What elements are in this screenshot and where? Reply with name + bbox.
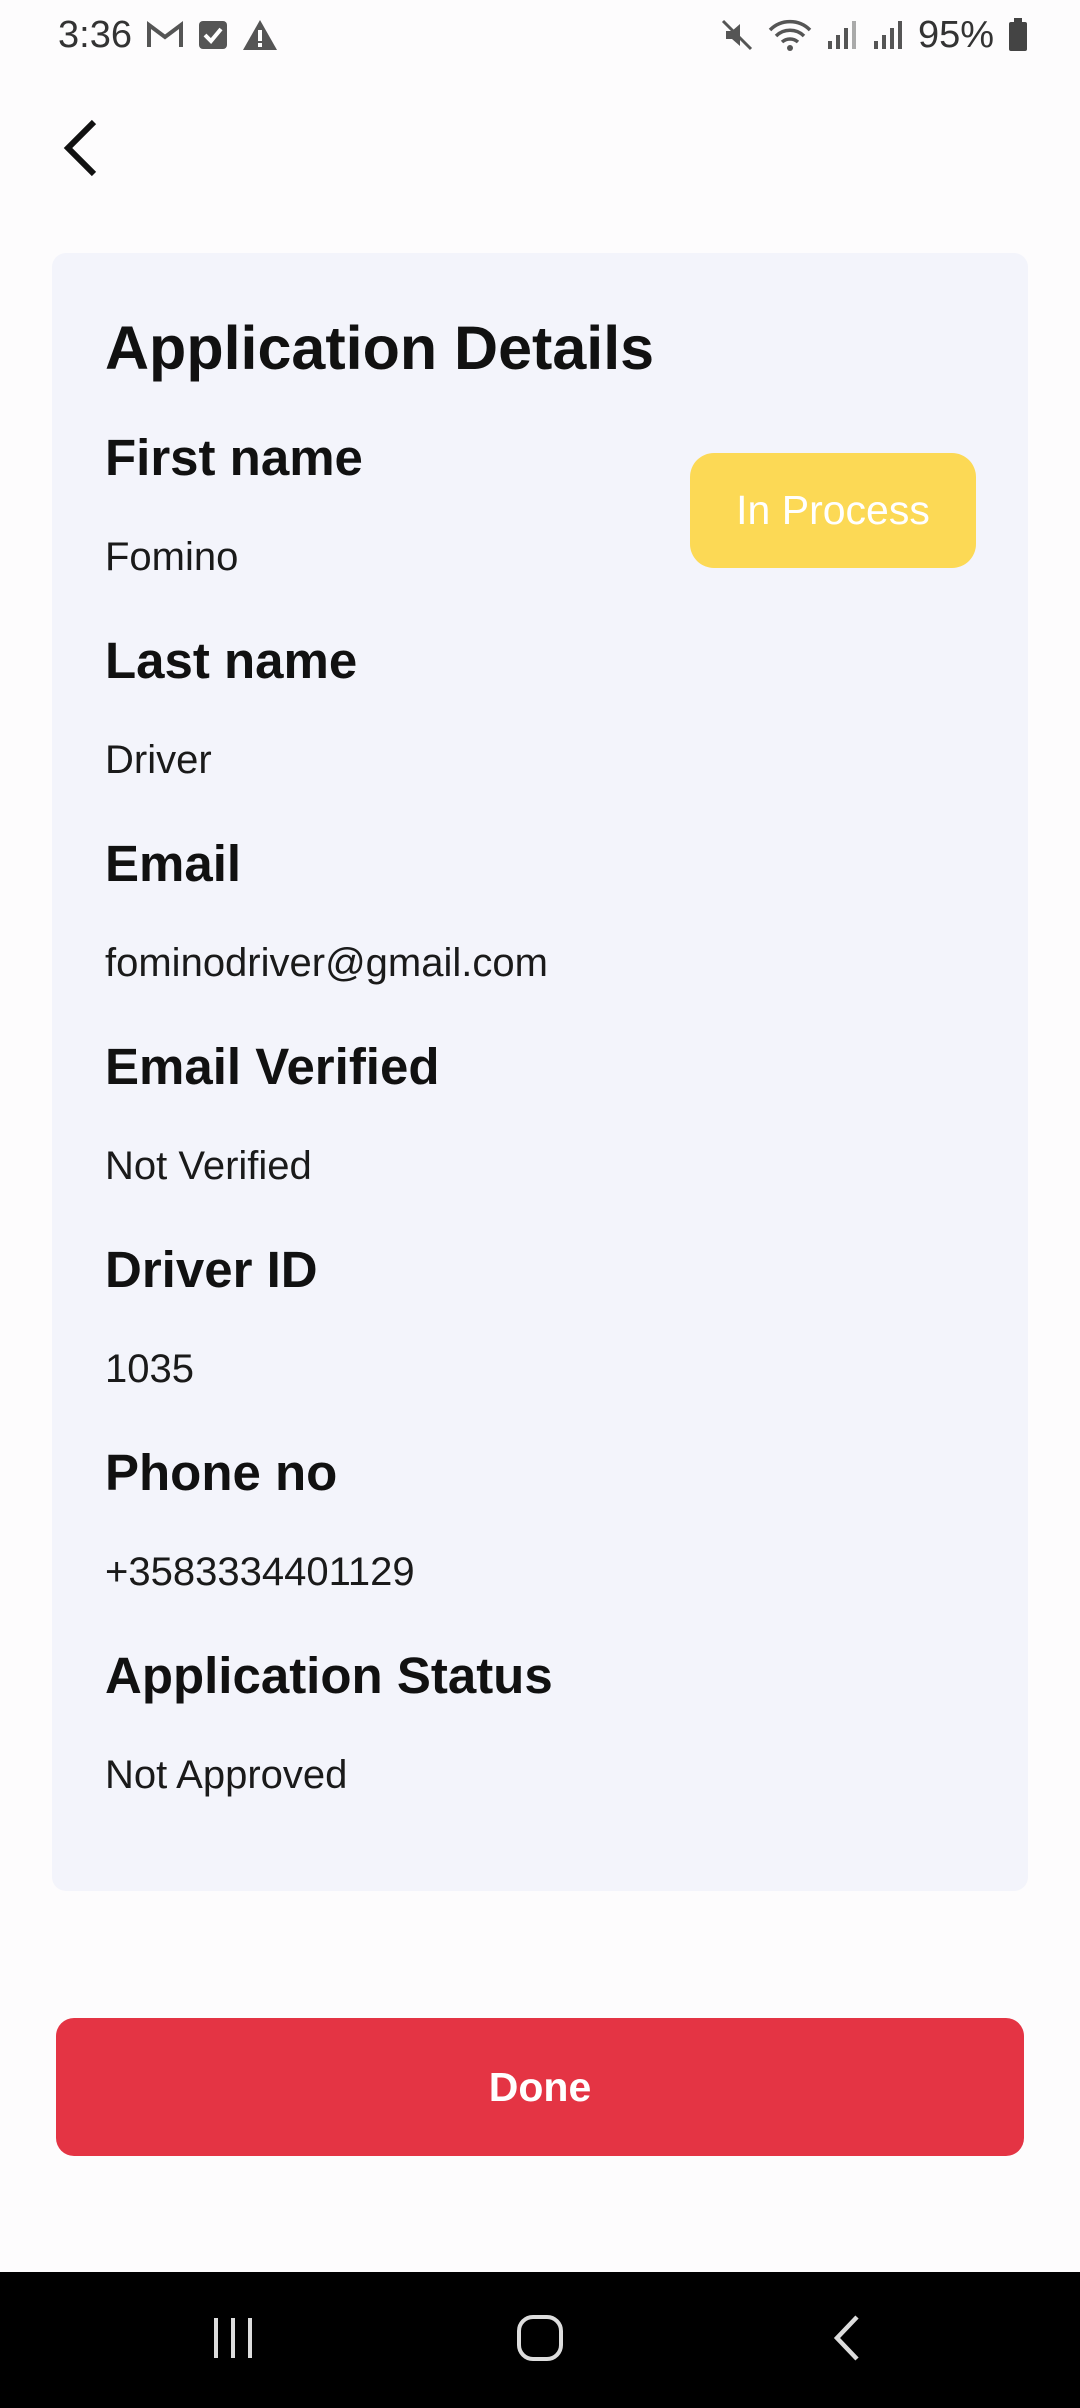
status-left: 3:36 — [58, 14, 278, 57]
navigation-bar — [0, 2272, 1080, 2408]
battery-percent: 95% — [917, 13, 994, 56]
field-driver-id: Driver ID 1035 — [105, 1235, 976, 1438]
back-icon — [829, 2313, 865, 2368]
back-button[interactable] — [50, 110, 110, 190]
signal-icon — [872, 19, 904, 51]
field-label: Phone no — [105, 1444, 338, 1501]
field-value: Driver — [105, 738, 212, 782]
field-phone-no: Phone no +3583334401129 — [105, 1438, 976, 1641]
home-button[interactable] — [480, 2290, 600, 2390]
recent-apps-button[interactable] — [173, 2290, 293, 2390]
chevron-left-icon — [60, 118, 100, 183]
field-value: Not Verified — [105, 1144, 312, 1188]
mute-icon — [720, 18, 754, 52]
gmail-icon — [146, 20, 184, 50]
warning-icon — [242, 19, 278, 51]
checkbox-icon — [198, 20, 228, 50]
field-label: Application Status — [105, 1647, 553, 1704]
signal-icon — [826, 19, 858, 51]
nav-back-button[interactable] — [787, 2290, 907, 2390]
wifi-icon — [768, 18, 812, 52]
field-label: Email — [105, 835, 242, 892]
status-badge: In Process — [690, 453, 976, 568]
status-time: 3:36 — [58, 13, 132, 56]
status-bar: 3:36 95% — [0, 0, 1080, 70]
field-value: +3583334401129 — [105, 1550, 415, 1594]
field-label: Email Verified — [105, 1038, 440, 1095]
field-value: 1035 — [105, 1347, 194, 1391]
home-icon — [515, 2313, 565, 2368]
battery-icon — [1008, 18, 1028, 52]
recent-apps-icon — [208, 2316, 258, 2365]
field-email: Email fominodriver@gmail.com — [105, 829, 976, 1032]
field-email-verified: Email Verified Not Verified — [105, 1032, 976, 1235]
application-details-card: Application Details First name Fomino La… — [52, 253, 1028, 1891]
field-last-name: Last name Driver — [105, 626, 976, 829]
card-title: Application Details — [105, 314, 655, 382]
status-right: 95% — [720, 14, 1028, 57]
field-label: Last name — [105, 632, 358, 689]
field-application-status: Application Status Not Approved — [105, 1641, 976, 1844]
field-value: Not Approved — [105, 1753, 348, 1797]
field-label: Driver ID — [105, 1241, 318, 1298]
done-button[interactable]: Done — [56, 2018, 1024, 2156]
field-value: fominodriver@gmail.com — [105, 941, 548, 985]
